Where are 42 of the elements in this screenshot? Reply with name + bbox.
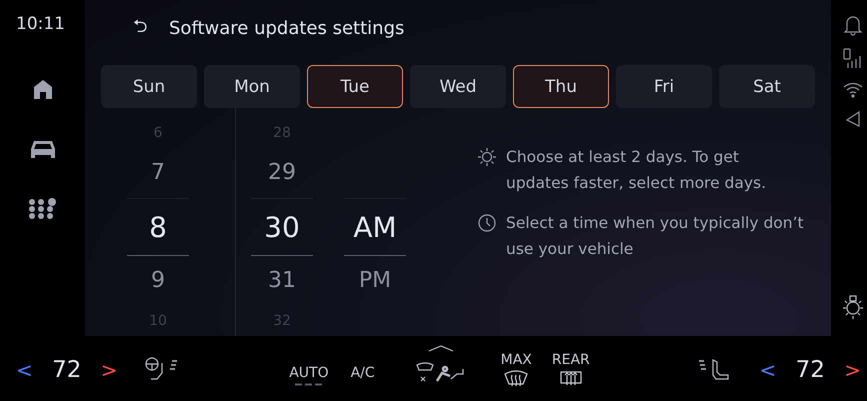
- day-toggle[interactable]: Sun: [101, 65, 197, 108]
- rear-window-defrost-icon: [558, 370, 583, 388]
- home-icon[interactable]: [32, 78, 54, 100]
- windshield-defrost-icon: [503, 370, 530, 388]
- picker-item[interactable]: PM: [344, 256, 406, 306]
- clock-time: 10:11: [16, 14, 65, 34]
- indicator-icon: [294, 382, 323, 386]
- picker-item[interactable]: 7: [127, 148, 189, 198]
- back-button[interactable]: ⮌: [133, 13, 147, 43]
- page-title: Software updates settings: [169, 18, 404, 38]
- left-temperature: 72: [51, 357, 82, 383]
- rear-defrost-button[interactable]: REAR: [542, 352, 600, 388]
- phone-signal-icon: [843, 48, 863, 70]
- right-temperature: 72: [794, 357, 826, 383]
- day-toggle[interactable]: Fri: [616, 65, 712, 108]
- wifi-icon: [843, 82, 863, 98]
- day-toggle[interactable]: Wed: [410, 65, 506, 108]
- brightness-icon[interactable]: [841, 294, 865, 320]
- picker-item[interactable]: 8: [127, 198, 189, 256]
- tip-text: Select a time when you typically don’t use your vehicle: [506, 213, 804, 260]
- max-defrost-button[interactable]: MAX: [490, 352, 542, 388]
- picker-item[interactable]: 29: [251, 148, 313, 198]
- picker-item[interactable]: 9: [127, 256, 189, 306]
- mode-button[interactable]: AUTO: [279, 364, 339, 386]
- day-toggle[interactable]: Tue: [307, 65, 403, 108]
- temp-increase-button[interactable]: >: [840, 358, 866, 382]
- clock-icon: [477, 213, 497, 233]
- day-toggle[interactable]: Sat: [719, 65, 815, 108]
- apps-icon[interactable]: [28, 198, 58, 220]
- picker-item[interactable]: 31: [251, 256, 313, 306]
- day-toggle[interactable]: Mon: [204, 65, 300, 108]
- temp-decrease-button[interactable]: <: [755, 358, 780, 382]
- navigation-icon: [845, 110, 861, 128]
- picker-item[interactable]: AM: [344, 198, 406, 256]
- day-toggle[interactable]: Thu: [513, 65, 609, 108]
- sun-icon: [477, 147, 497, 167]
- mode-button[interactable]: A/C: [338, 364, 387, 386]
- temp-increase-button[interactable]: >: [96, 358, 122, 382]
- bell-icon: [843, 14, 863, 36]
- tip-text: Choose at least 2 days. To get updates faster, select more days.: [506, 147, 768, 194]
- temp-decrease-button[interactable]: <: [12, 358, 37, 382]
- picker-item[interactable]: 30: [251, 198, 313, 256]
